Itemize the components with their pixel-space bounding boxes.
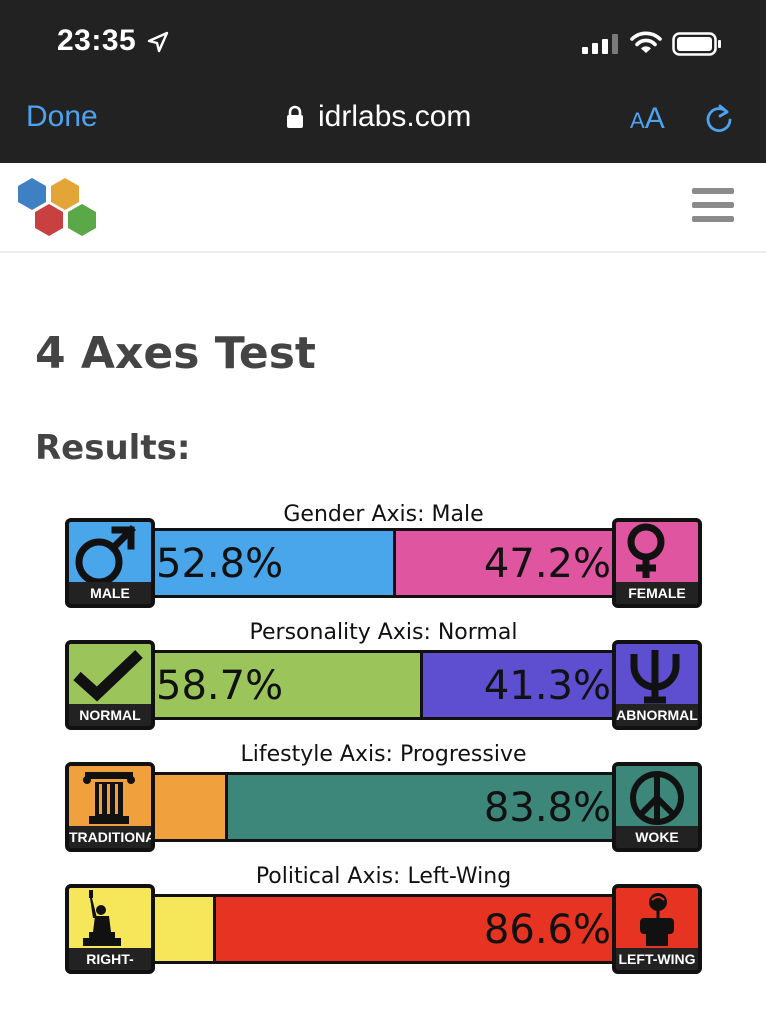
location-arrow-icon — [147, 31, 169, 53]
checkmark-icon — [69, 644, 151, 704]
woke-badge: WOKE — [612, 762, 702, 852]
right-wing-badge: RIGHT-WING — [65, 884, 155, 974]
text-size-big-a: A — [644, 102, 665, 135]
female-symbol-icon — [616, 522, 698, 582]
axis-label: Political Axis: Left-Wing — [255, 864, 512, 889]
cellular-signal-icon — [582, 34, 618, 54]
male-symbol-icon — [69, 522, 151, 582]
axis-bar-left: 58.7% — [154, 653, 423, 717]
male-badge: MALE — [65, 518, 155, 608]
lock-icon — [287, 105, 303, 128]
right-percent: 41.3% — [483, 663, 611, 709]
axis-bar-left — [154, 897, 216, 961]
url-text: idrlabs.com — [318, 100, 472, 133]
reload-icon[interactable] — [703, 103, 735, 135]
fist-rose-icon — [616, 888, 698, 948]
axis-label: Personality Axis: Normal — [249, 620, 518, 645]
badge-caption: MALE — [90, 585, 130, 601]
badge-caption: LEFT-WING — [618, 951, 696, 967]
text-size-button[interactable]: AA — [630, 102, 665, 136]
axis-bar-right: 86.6% — [216, 897, 613, 961]
menu-button[interactable] — [692, 188, 736, 224]
menu-bar-icon — [692, 188, 734, 194]
badge-caption: RIGHT-WING — [86, 951, 134, 967]
axis-bar-right: 41.3% — [423, 653, 613, 717]
normal-badge: NORMAL — [65, 640, 155, 730]
axis-bar: 86.6% — [154, 894, 613, 964]
axis-bar: 52.8% 47.2% — [154, 528, 613, 598]
axis-bar: 83.8% — [154, 772, 613, 842]
idrlabs-logo-icon[interactable] — [16, 176, 100, 240]
right-percent: 86.6% — [483, 907, 611, 953]
status-time: 23:35 — [57, 24, 137, 57]
site-header — [0, 163, 766, 253]
badge-caption: WOKE — [635, 829, 679, 845]
done-button[interactable]: Done — [26, 100, 98, 134]
badge-caption: TRADITIONAL — [69, 829, 155, 845]
axis-label: Lifestyle Axis: Progressive — [240, 742, 527, 767]
abnormal-badge: ABNORMAL — [612, 640, 702, 730]
axis-bar: 58.7% 41.3% — [154, 650, 613, 720]
right-percent: 47.2% — [483, 541, 611, 587]
axis-bar-right: 47.2% — [396, 531, 613, 595]
traditional-badge: TRADITIONAL — [65, 762, 155, 852]
badge-caption: NORMAL — [79, 707, 141, 723]
left-percent: 52.8% — [156, 541, 284, 587]
axis-bar-left — [154, 775, 228, 839]
left-wing-badge: LEFT-WING — [612, 884, 702, 974]
page-title: 4 Axes Test — [35, 328, 316, 379]
right-percent: 83.8% — [483, 785, 611, 831]
statue-of-liberty-icon — [69, 888, 151, 948]
left-percent: 58.7% — [156, 663, 284, 709]
axis-label: Gender Axis: Male — [283, 502, 484, 527]
address-bar[interactable]: idrlabs.com — [286, 100, 471, 134]
axis-bar-left: 52.8% — [154, 531, 396, 595]
text-size-small-a: A — [630, 108, 645, 133]
menu-bar-icon — [692, 202, 734, 208]
wifi-icon — [630, 31, 662, 53]
results-heading: Results: — [35, 428, 191, 468]
column-icon — [69, 766, 151, 826]
axis-bar-right: 83.8% — [228, 775, 613, 839]
female-badge: FEMALE — [612, 518, 702, 608]
battery-icon — [672, 32, 721, 56]
peace-icon — [616, 766, 698, 826]
badge-caption: FEMALE — [628, 585, 686, 601]
psi-icon — [616, 644, 698, 704]
badge-caption: ABNORMAL — [616, 707, 698, 723]
menu-bar-icon — [692, 216, 734, 222]
